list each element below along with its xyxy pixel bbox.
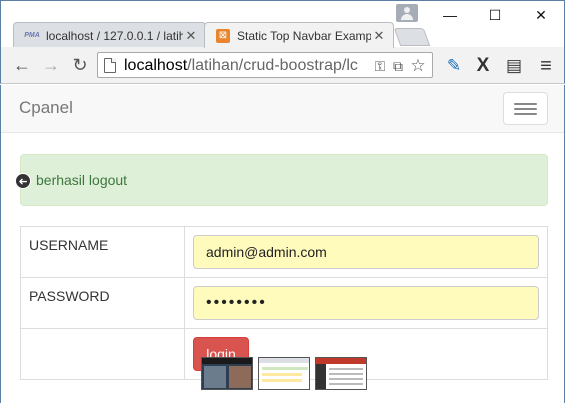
title-bar: PMA localhost / 127.0.0.1 / latih ✕ ⊠ St… bbox=[0, 0, 565, 48]
key-icon[interactable]: ⚿ bbox=[371, 57, 389, 75]
new-tab-button[interactable] bbox=[393, 28, 431, 46]
close-tab-icon[interactable]: ✕ bbox=[183, 28, 199, 44]
phpmyadmin-icon: PMA bbox=[24, 32, 40, 39]
browser-toolbar: ← → ↻ localhost/latihan/crud-boostrap/lc… bbox=[0, 47, 565, 84]
window-thumbnail[interactable] bbox=[315, 357, 367, 390]
url-path: /latihan/crud-boostrap/lc bbox=[187, 57, 358, 74]
password-field[interactable]: •••••••• bbox=[193, 286, 539, 320]
eyedropper-icon[interactable]: ✎ bbox=[442, 54, 466, 78]
star-icon[interactable]: ☆ bbox=[409, 57, 427, 75]
maximize-button[interactable]: ☐ bbox=[483, 7, 507, 23]
close-tab-icon[interactable]: ✕ bbox=[371, 28, 387, 44]
bootstrap-icon: ⊠ bbox=[215, 28, 231, 44]
table-row: PASSWORD •••••••• bbox=[20, 277, 548, 329]
film-icon[interactable]: ▤ bbox=[502, 54, 526, 78]
page-icon bbox=[104, 58, 116, 73]
back-arrow-icon[interactable]: ← bbox=[11, 54, 33, 76]
success-alert: berhasil logout bbox=[20, 154, 548, 206]
hamburger-icon bbox=[514, 103, 537, 105]
window-thumbnail[interactable] bbox=[258, 357, 310, 390]
close-window-button[interactable]: ✕ bbox=[529, 7, 553, 23]
window-thumbnail[interactable] bbox=[201, 357, 253, 390]
password-label: PASSWORD bbox=[20, 277, 185, 329]
alert-message: berhasil logout bbox=[36, 172, 128, 188]
reload-icon[interactable]: ↻ bbox=[69, 54, 91, 76]
address-bar[interactable]: localhost/latihan/crud-boostrap/lc ⚿ ⧉ ☆ bbox=[97, 52, 433, 78]
table-row: USERNAME admin@admin.com bbox=[20, 226, 548, 278]
person-icon[interactable] bbox=[396, 4, 418, 22]
window-thumbnails bbox=[201, 357, 367, 390]
username-field[interactable]: admin@admin.com bbox=[193, 235, 539, 269]
url-text[interactable]: localhost/latihan/crud-boostrap/lc bbox=[124, 56, 370, 75]
menu-icon[interactable]: ≡ bbox=[534, 54, 558, 78]
translate-icon[interactable]: ⧉ bbox=[389, 57, 407, 75]
back-circle-icon[interactable]: ➜ bbox=[15, 173, 31, 189]
url-host: localhost bbox=[124, 57, 188, 74]
forward-arrow-icon[interactable]: → bbox=[40, 54, 62, 76]
navbar-brand[interactable]: Cpanel bbox=[19, 98, 73, 118]
tab-title: localhost / 127.0.0.1 / latih bbox=[46, 28, 183, 43]
tab-static-navbar[interactable]: ⊠ Static Top Navbar Exampl ✕ bbox=[204, 22, 394, 48]
navbar-toggle-button[interactable] bbox=[503, 92, 548, 125]
page-viewport: Cpanel berhasil logout ➜ USERNAME admin@… bbox=[0, 85, 565, 403]
username-label: USERNAME bbox=[20, 226, 185, 278]
tab-phpmyadmin[interactable]: PMA localhost / 127.0.0.1 / latih ✕ bbox=[13, 22, 206, 48]
minimize-button[interactable]: — bbox=[438, 7, 462, 23]
navbar: Cpanel bbox=[1, 85, 564, 133]
tab-title: Static Top Navbar Exampl bbox=[237, 28, 371, 43]
x-extension-icon[interactable]: X bbox=[471, 54, 495, 78]
